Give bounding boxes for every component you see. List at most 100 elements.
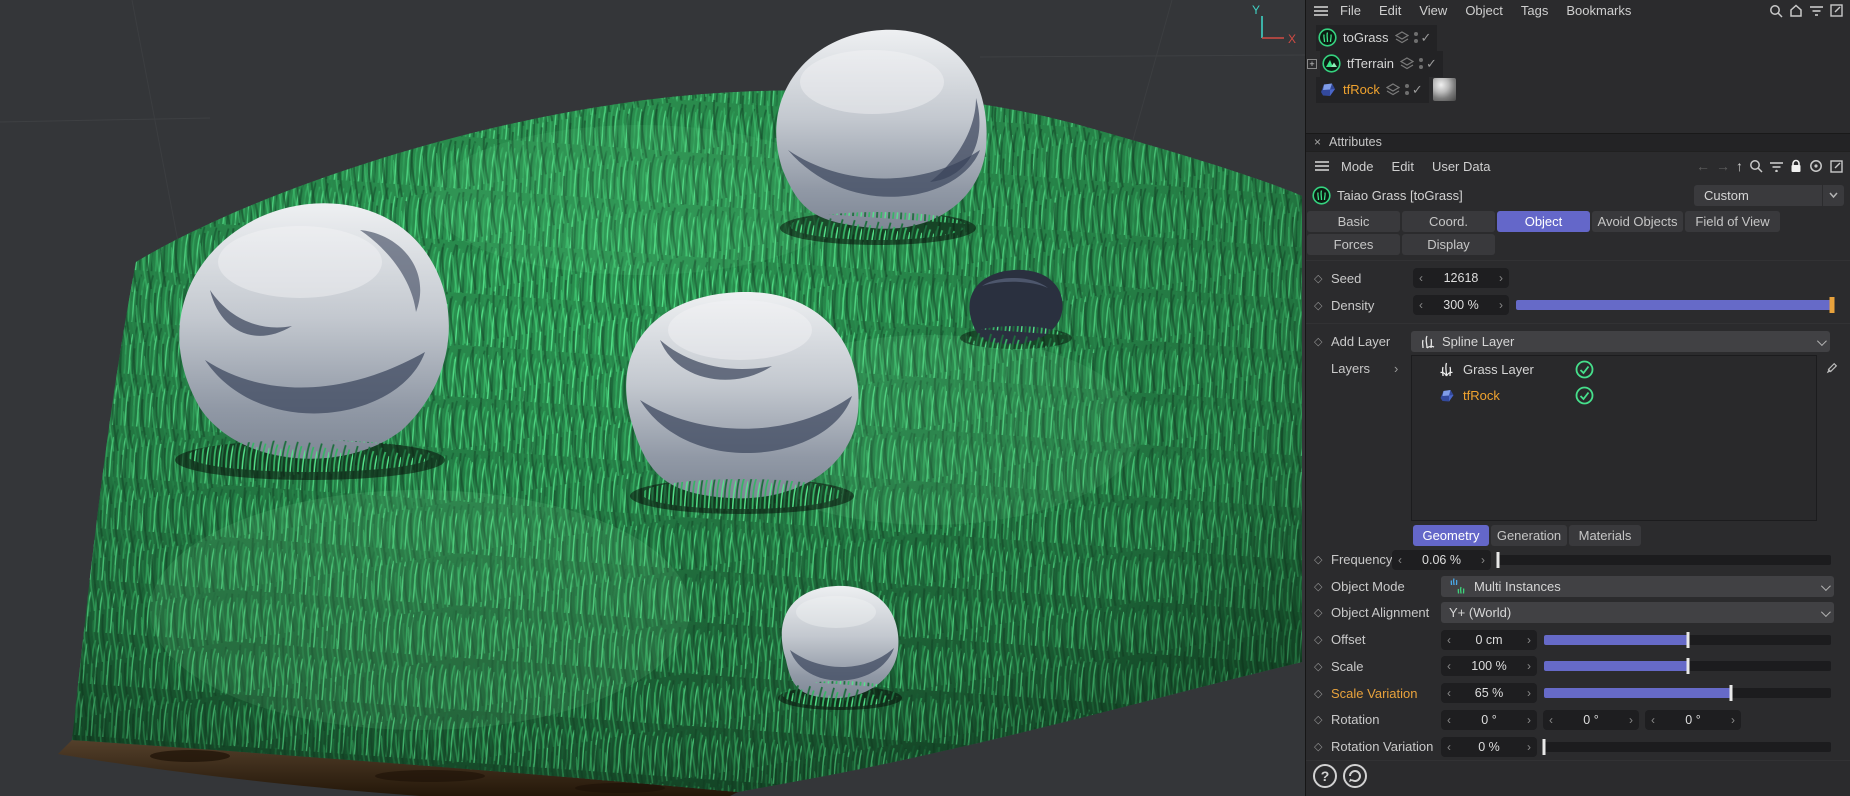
- rotation-variation-value[interactable]: 0 %: [1457, 740, 1521, 754]
- param-diamond-icon[interactable]: ◇: [1314, 713, 1331, 726]
- tab-object[interactable]: Object: [1497, 210, 1590, 232]
- spinner-left-icon[interactable]: ‹: [1543, 711, 1559, 729]
- object-manager-hamburger-icon[interactable]: [1311, 1, 1331, 21]
- layer-stack-icon[interactable]: [1399, 57, 1414, 70]
- object-alignment-dropdown[interactable]: Y+ (World): [1441, 602, 1834, 624]
- om-menu-file[interactable]: File: [1331, 3, 1370, 18]
- rotation-x-spinner[interactable]: ‹ 0 ° ›: [1441, 709, 1537, 730]
- spinner-left-icon[interactable]: ‹: [1441, 657, 1457, 675]
- add-layer-dropdown[interactable]: Spline Layer: [1411, 331, 1830, 353]
- check-circle-icon[interactable]: [1575, 386, 1594, 405]
- popout-icon[interactable]: [1826, 1, 1846, 21]
- layer-name[interactable]: Grass Layer: [1463, 362, 1575, 377]
- expand-icon[interactable]: +: [1307, 58, 1317, 69]
- history-forward-icon[interactable]: →: [1713, 158, 1733, 174]
- slider-handle[interactable]: [1729, 685, 1733, 702]
- spinner-right-icon[interactable]: ›: [1623, 711, 1639, 729]
- layer-stack-icon[interactable]: [1394, 31, 1409, 44]
- history-back-icon[interactable]: ←: [1693, 158, 1713, 174]
- spinner-right-icon[interactable]: ›: [1521, 684, 1537, 702]
- object-name-selected[interactable]: tfRock: [1343, 82, 1380, 97]
- layer-stack-icon[interactable]: [1385, 83, 1400, 96]
- layers-list[interactable]: Grass Layer tfRock: [1411, 355, 1817, 522]
- layer-row-tfrock[interactable]: tfRock: [1412, 382, 1816, 408]
- check-circle-icon[interactable]: [1575, 360, 1594, 379]
- offset-value[interactable]: 0 cm: [1457, 633, 1521, 647]
- tab-display[interactable]: Display: [1402, 233, 1495, 255]
- attributes-hamburger-icon[interactable]: [1312, 156, 1332, 176]
- tab-coord[interactable]: Coord.: [1402, 210, 1495, 232]
- om-menu-object[interactable]: Object: [1456, 3, 1512, 18]
- param-diamond-icon[interactable]: ◇: [1314, 633, 1331, 646]
- object-row-tograss[interactable]: toGrass ✓: [1306, 24, 1850, 51]
- close-icon[interactable]: ×: [1306, 135, 1329, 149]
- search-icon[interactable]: [1766, 1, 1786, 21]
- object-alignment-value[interactable]: Y+ (World): [1449, 605, 1511, 620]
- rotation-z-value[interactable]: 0 °: [1661, 713, 1725, 727]
- expander-icon[interactable]: ›: [1394, 355, 1411, 376]
- spinner-right-icon[interactable]: ›: [1493, 269, 1509, 287]
- enable-dots-icon[interactable]: [1402, 83, 1412, 97]
- lock-icon[interactable]: [1786, 156, 1806, 176]
- preset-value[interactable]: Custom: [1694, 184, 1822, 206]
- spinner-left-icon[interactable]: ‹: [1441, 711, 1457, 729]
- preset-dropdown[interactable]: Custom: [1694, 184, 1844, 206]
- spinner-left-icon[interactable]: ‹: [1413, 269, 1429, 287]
- param-diamond-icon[interactable]: ◇: [1314, 299, 1331, 312]
- enable-dots-icon[interactable]: [1411, 31, 1421, 45]
- tab-field-of-view[interactable]: Field of View: [1685, 210, 1780, 232]
- spinner-right-icon[interactable]: ›: [1521, 657, 1537, 675]
- om-menu-view[interactable]: View: [1410, 3, 1456, 18]
- rotation-y-spinner[interactable]: ‹ 0 ° ›: [1543, 709, 1639, 730]
- object-mode-value[interactable]: Multi Instances: [1474, 579, 1561, 594]
- scale-value[interactable]: 100 %: [1457, 659, 1521, 673]
- density-slider[interactable]: [1516, 297, 1835, 314]
- offset-spinner[interactable]: ‹ 0 cm ›: [1441, 629, 1537, 650]
- offset-slider[interactable]: [1544, 631, 1831, 648]
- frequency-spinner[interactable]: ‹ 0.06 % ›: [1392, 549, 1491, 570]
- tab-generation[interactable]: Generation: [1491, 525, 1567, 547]
- om-menu-tags[interactable]: Tags: [1512, 3, 1557, 18]
- visibility-check-icon[interactable]: ✓: [1421, 30, 1432, 46]
- slider-handle[interactable]: [1686, 631, 1689, 648]
- home-icon[interactable]: [1786, 1, 1806, 21]
- slider-handle[interactable]: [1542, 738, 1546, 755]
- param-diamond-icon[interactable]: ◇: [1314, 740, 1331, 753]
- param-diamond-icon[interactable]: ◇: [1314, 660, 1331, 673]
- spinner-left-icon[interactable]: ‹: [1441, 631, 1457, 649]
- spinner-right-icon[interactable]: ›: [1725, 711, 1741, 729]
- slider-handle[interactable]: [1829, 297, 1835, 314]
- add-layer-value[interactable]: Spline Layer: [1442, 334, 1514, 349]
- rotation-y-value[interactable]: 0 °: [1559, 713, 1623, 727]
- spinner-right-icon[interactable]: ›: [1521, 711, 1537, 729]
- attr-menu-edit[interactable]: Edit: [1383, 159, 1423, 174]
- parent-up-icon[interactable]: ↑: [1733, 158, 1746, 174]
- popout-icon[interactable]: [1826, 156, 1846, 176]
- param-diamond-icon[interactable]: ◇: [1314, 272, 1331, 285]
- param-diamond-icon[interactable]: ◇: [1314, 553, 1331, 566]
- chevron-down-icon[interactable]: [1822, 184, 1844, 206]
- scale-variation-slider[interactable]: [1544, 685, 1831, 702]
- spinner-left-icon[interactable]: ‹: [1413, 296, 1429, 314]
- param-diamond-icon[interactable]: ◇: [1314, 580, 1331, 593]
- param-diamond-icon[interactable]: ◇: [1314, 687, 1331, 700]
- rotation-variation-spinner[interactable]: ‹ 0 % ›: [1441, 736, 1537, 757]
- scale-slider[interactable]: [1544, 658, 1831, 675]
- spinner-right-icon[interactable]: ›: [1521, 631, 1537, 649]
- spinner-left-icon[interactable]: ‹: [1441, 738, 1457, 756]
- spinner-right-icon[interactable]: ›: [1475, 551, 1491, 569]
- spinner-left-icon[interactable]: ‹: [1645, 711, 1661, 729]
- reset-refresh-icon[interactable]: [1340, 761, 1370, 791]
- material-thumbnail[interactable]: [1432, 78, 1456, 102]
- slider-handle[interactable]: [1686, 658, 1689, 675]
- rotation-z-spinner[interactable]: ‹ 0 ° ›: [1645, 709, 1741, 730]
- seed-spinner[interactable]: ‹ 12618 ›: [1413, 268, 1509, 289]
- spinner-right-icon[interactable]: ›: [1521, 738, 1537, 756]
- tab-geometry[interactable]: Geometry: [1413, 525, 1489, 547]
- attr-menu-mode[interactable]: Mode: [1332, 159, 1383, 174]
- pick-pen-icon[interactable]: [1823, 355, 1839, 377]
- slider-handle[interactable]: [1496, 551, 1500, 568]
- tab-avoid-objects[interactable]: Avoid Objects: [1592, 210, 1683, 232]
- tab-materials[interactable]: Materials: [1569, 525, 1641, 547]
- scale-spinner[interactable]: ‹ 100 % ›: [1441, 656, 1537, 677]
